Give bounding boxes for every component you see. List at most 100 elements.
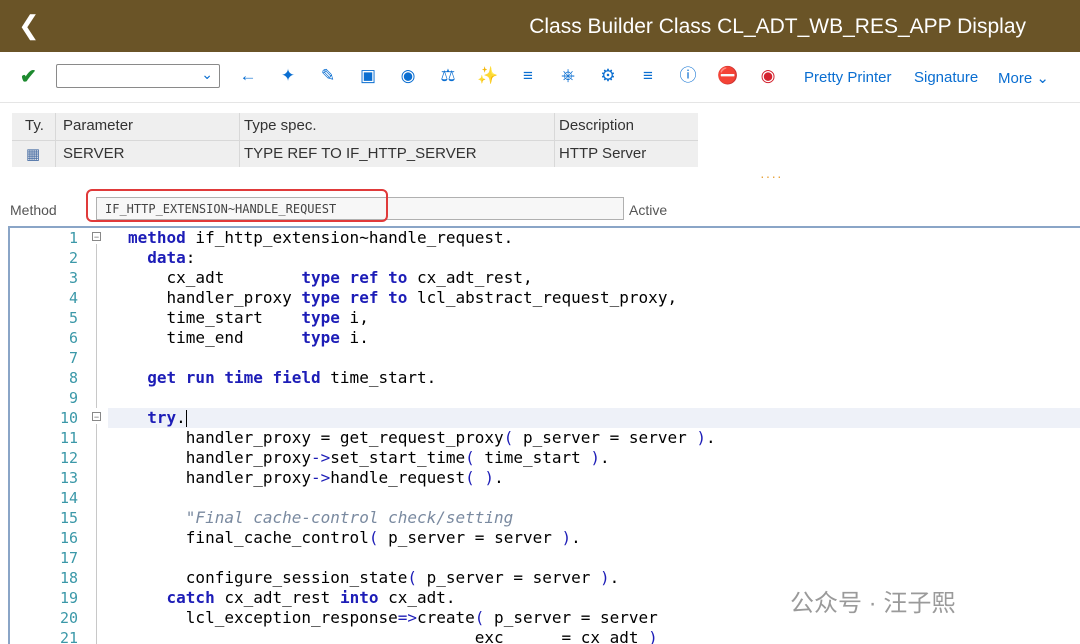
code-text: time_end type i. bbox=[128, 328, 369, 347]
line-number: 7 bbox=[68, 349, 78, 367]
code-text: try. bbox=[147, 408, 187, 427]
line-number: 19 bbox=[59, 589, 78, 607]
fold-toggle[interactable]: − bbox=[92, 412, 101, 422]
code-line: 10 − try. bbox=[10, 408, 1080, 428]
parameter-description: HTTP Server bbox=[559, 145, 647, 162]
more-label: More bbox=[998, 70, 1033, 87]
code-text: cx_adt type ref to cx_adt_rest, bbox=[128, 268, 533, 287]
line-number: 20 bbox=[59, 609, 78, 627]
display-change-icon[interactable]: ✎ bbox=[317, 65, 339, 87]
stop-icon[interactable]: ⛔ bbox=[717, 65, 739, 87]
status-label: Active bbox=[629, 202, 668, 218]
line-number: 11 bbox=[59, 429, 78, 447]
parameter-name: SERVER bbox=[63, 145, 125, 162]
command-field[interactable]: ⌄ bbox=[56, 64, 220, 88]
code-text: exc = cx_adt ) bbox=[128, 628, 658, 644]
parameters-table: Ty. Parameter Type spec. Description ▦ S… bbox=[12, 113, 698, 167]
more-button[interactable]: More ⌄ bbox=[998, 69, 1049, 87]
importing-icon: ▦ bbox=[26, 146, 41, 163]
code-text: handler_proxy->handle_request( ). bbox=[128, 468, 504, 487]
chevron-down-icon[interactable]: ⌄ bbox=[201, 66, 213, 83]
hierarchy-icon[interactable]: ⎈ bbox=[557, 65, 579, 87]
line-number: 15 bbox=[59, 509, 78, 527]
code-line: 5 time_start type i, bbox=[10, 308, 1080, 328]
code-text: data: bbox=[147, 248, 196, 267]
divider bbox=[239, 113, 240, 167]
code-line: 2 data: bbox=[10, 248, 1080, 268]
splitter-handle[interactable]: ···· bbox=[760, 168, 783, 184]
divider bbox=[55, 113, 56, 167]
indent-icon[interactable]: ≡ bbox=[637, 65, 659, 87]
code-line: 16 final_cache_control( p_server = serve… bbox=[10, 528, 1080, 548]
line-number: 1 bbox=[68, 229, 78, 247]
code-line: 7 bbox=[10, 348, 1080, 368]
back-arrow-icon[interactable]: ← bbox=[237, 65, 259, 87]
line-number: 17 bbox=[59, 549, 78, 567]
text-cursor bbox=[185, 410, 187, 427]
line-number: 8 bbox=[68, 369, 78, 387]
pretty-printer-button[interactable]: Pretty Printer bbox=[804, 69, 892, 86]
code-text: method if_http_extension~handle_request. bbox=[128, 228, 514, 247]
line-number: 2 bbox=[68, 249, 78, 267]
code-line: 14 bbox=[10, 488, 1080, 508]
code-line: 11 handler_proxy = get_request_proxy( p_… bbox=[10, 428, 1080, 448]
code-text: catch cx_adt_rest into cx_adt. bbox=[166, 588, 456, 607]
watermark: 公众号 · 汪子熙 bbox=[790, 590, 956, 617]
tree-icon[interactable]: ⚙ bbox=[597, 65, 619, 87]
fold-toggle[interactable]: − bbox=[92, 232, 101, 242]
code-text: get run time field time_start. bbox=[147, 368, 437, 387]
code-line: 21 exc = cx_adt ) bbox=[10, 628, 1080, 644]
code-text: "Final cache-control check/setting bbox=[185, 508, 514, 527]
divider bbox=[554, 113, 555, 167]
code-line: 12 handler_proxy->set_start_time( time_s… bbox=[10, 448, 1080, 468]
info-icon[interactable]: ⓘ bbox=[677, 65, 699, 87]
code-line: 3 cx_adt type ref to cx_adt_rest, bbox=[10, 268, 1080, 288]
code-line: 1 − method if_http_extension~handle_reques… bbox=[10, 228, 1080, 248]
line-number: 14 bbox=[59, 489, 78, 507]
activate-icon[interactable]: ▣ bbox=[357, 65, 379, 87]
code-text: handler_proxy type ref to lcl_abstract_r… bbox=[128, 288, 678, 307]
table-row[interactable]: ▦ SERVER TYPE REF TO IF_HTTP_SERVER HTTP… bbox=[12, 141, 698, 168]
code-line: 15 "Final cache-control check/setting bbox=[10, 508, 1080, 528]
title-bar: ❮ Class Builder Class CL_ADT_WB_RES_APP … bbox=[0, 0, 1080, 52]
check-icon[interactable]: ✔ bbox=[20, 64, 37, 89]
line-number: 13 bbox=[59, 469, 78, 487]
chevron-down-icon: ⌄ bbox=[1036, 70, 1049, 87]
code-text: handler_proxy->set_start_time( time_star… bbox=[128, 448, 610, 467]
line-number: 5 bbox=[68, 309, 78, 327]
line-number: 10 bbox=[59, 409, 78, 427]
code-text: time_start type i, bbox=[128, 308, 369, 327]
other-object-icon[interactable]: ✦ bbox=[277, 65, 299, 87]
code-editor[interactable]: 1 − method if_http_extension~handle_reques… bbox=[8, 226, 1080, 644]
column-header-type-spec[interactable]: Type spec. bbox=[244, 117, 317, 134]
balance-icon[interactable]: ⚖ bbox=[437, 65, 459, 87]
table-header-row: Ty. Parameter Type spec. Description bbox=[12, 113, 698, 140]
check-syntax-icon[interactable]: ◉ bbox=[397, 65, 419, 87]
filter-icon[interactable]: ≡ bbox=[517, 65, 539, 87]
code-text: configure_session_state( p_server = serv… bbox=[128, 568, 620, 587]
code-line: 4 handler_proxy type ref to lcl_abstract… bbox=[10, 288, 1080, 308]
column-header-type[interactable]: Ty. bbox=[25, 117, 44, 134]
signature-button[interactable]: Signature bbox=[914, 69, 978, 86]
parameter-type-spec: TYPE REF TO IF_HTTP_SERVER bbox=[244, 145, 477, 162]
chevron-left-icon[interactable]: ❮ bbox=[18, 10, 40, 40]
method-label: Method bbox=[10, 202, 57, 218]
column-header-description[interactable]: Description bbox=[559, 117, 634, 134]
code-text: handler_proxy = get_request_proxy( p_ser… bbox=[128, 428, 716, 447]
line-number: 16 bbox=[59, 529, 78, 547]
line-number: 6 bbox=[68, 329, 78, 347]
code-text: final_cache_control( p_server = server )… bbox=[128, 528, 581, 547]
line-number: 12 bbox=[59, 449, 78, 467]
line-number: 9 bbox=[68, 389, 78, 407]
magic-wand-icon[interactable]: ✨ bbox=[477, 65, 499, 87]
page-title: Class Builder Class CL_ADT_WB_RES_APP Di… bbox=[529, 15, 1026, 38]
line-number: 21 bbox=[59, 629, 78, 644]
code-line: 17 bbox=[10, 548, 1080, 568]
column-header-parameter[interactable]: Parameter bbox=[63, 117, 133, 134]
record-icon[interactable]: ◉ bbox=[757, 65, 779, 87]
code-line: 9 bbox=[10, 388, 1080, 408]
line-number: 18 bbox=[59, 569, 78, 587]
code-line: 6 time_end type i. bbox=[10, 328, 1080, 348]
code-line: 13 handler_proxy->handle_request( ). bbox=[10, 468, 1080, 488]
line-number: 4 bbox=[68, 289, 78, 307]
